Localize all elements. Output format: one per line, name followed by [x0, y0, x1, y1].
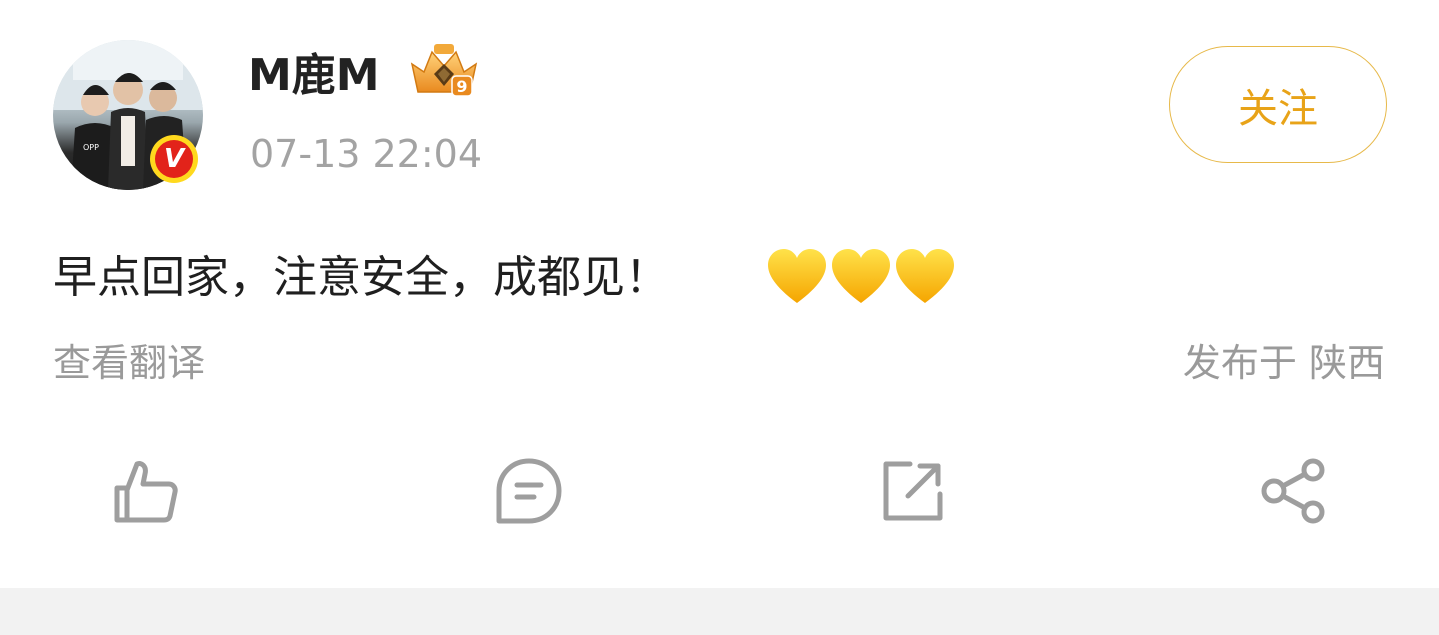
post-timestamp: 07-13 22:04 [250, 132, 483, 176]
comment-icon [496, 458, 562, 524]
repost-icon [883, 461, 943, 521]
share-icon [1261, 458, 1325, 524]
verified-v-icon: V [155, 140, 193, 178]
username[interactable]: M鹿M [248, 48, 380, 104]
svg-text:OPP: OPP [83, 143, 99, 152]
post-location: 发布于 陕西 [1182, 341, 1385, 385]
thumbs-up-icon [114, 461, 178, 523]
level-number: 9 [456, 77, 467, 96]
yellow-heart-icon [832, 249, 890, 303]
weibo-post-card: OPP V M鹿M 9 07-13 22:04 关注 早点回家，注意安全，成都见… [0, 0, 1439, 588]
yellow-heart-icon [896, 249, 954, 303]
feed-divider [0, 588, 1439, 635]
crown-level-icon[interactable]: 9 [408, 42, 480, 98]
post-body-text: 早点回家，注意安全，成都见！ [53, 252, 669, 303]
repost-button[interactable] [880, 458, 946, 524]
yellow-heart-icon [768, 249, 826, 303]
emoji-group [766, 248, 956, 306]
share-button[interactable] [1261, 458, 1327, 524]
verified-badge: V [150, 135, 198, 183]
follow-button[interactable]: 关注 [1169, 46, 1387, 163]
avatar[interactable]: OPP V [53, 40, 203, 190]
like-button[interactable] [113, 458, 179, 524]
translate-link[interactable]: 查看翻译 [53, 338, 205, 388]
comment-button[interactable] [496, 458, 562, 524]
